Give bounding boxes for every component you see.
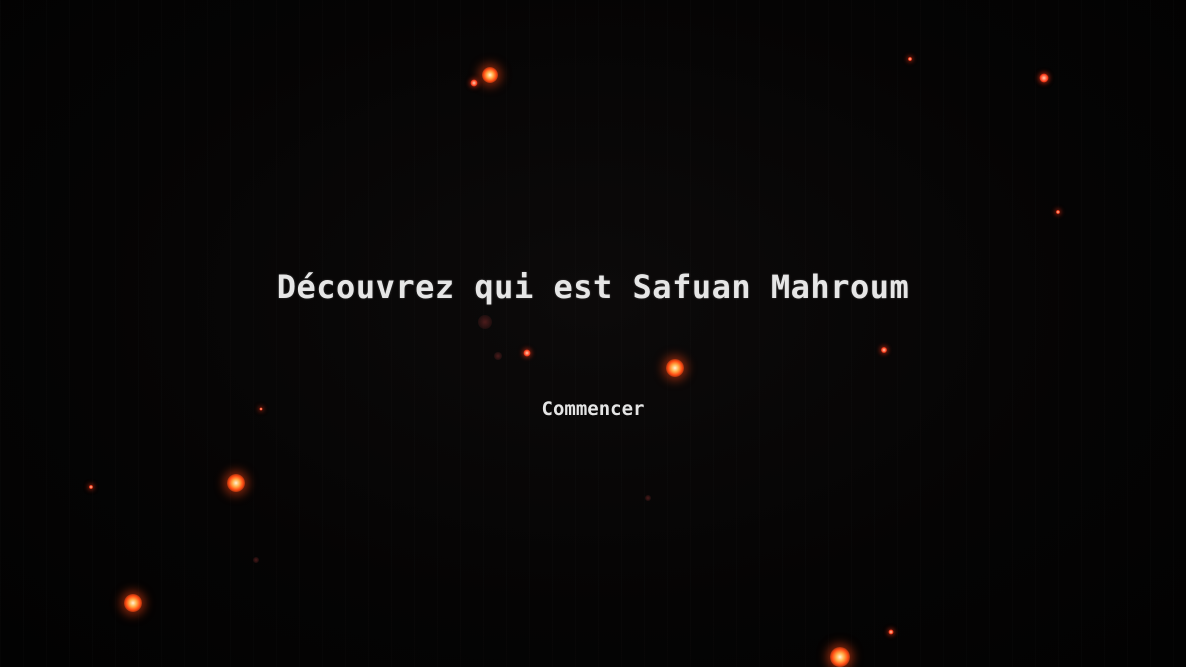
ember-particle <box>888 629 894 635</box>
ember-particle <box>830 647 850 667</box>
ember-particle <box>470 79 478 87</box>
ember-particle <box>645 495 651 501</box>
intro-screen: Découvrez qui est Safuan Mahroum Commenc… <box>0 0 1186 667</box>
ember-particle <box>482 67 498 83</box>
ember-particle <box>908 57 912 61</box>
intro-headline: Découvrez qui est Safuan Mahroum <box>276 268 910 306</box>
ember-particle <box>478 315 492 329</box>
ember-particle <box>259 407 263 411</box>
ember-particle <box>227 474 245 492</box>
ember-particle <box>1039 73 1049 83</box>
ember-particle <box>666 359 684 377</box>
ember-particle <box>881 347 887 353</box>
ember-particle <box>253 557 259 563</box>
ember-particle <box>523 349 531 357</box>
ember-particle <box>494 352 502 360</box>
ember-particle <box>124 594 142 612</box>
start-button[interactable]: Commencer <box>536 396 651 422</box>
ember-particle <box>89 485 93 489</box>
ember-particle <box>1056 210 1060 214</box>
